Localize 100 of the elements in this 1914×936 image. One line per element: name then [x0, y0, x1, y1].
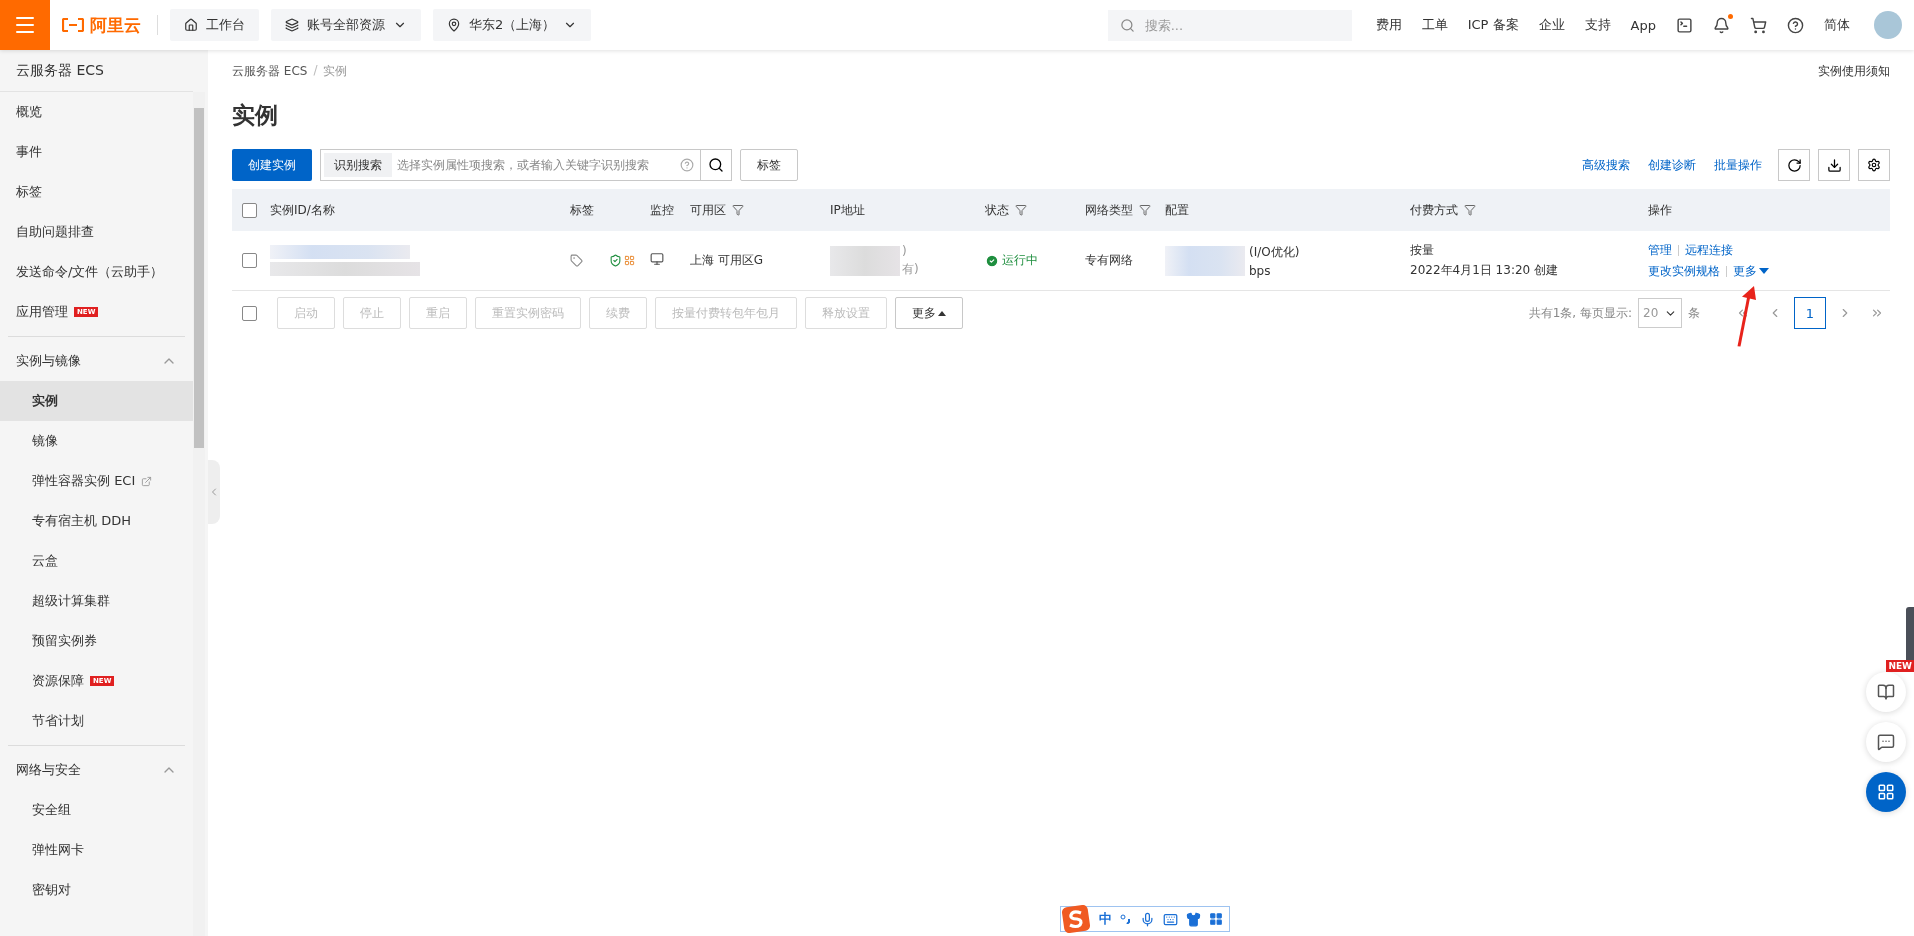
monitor-icon[interactable]: [650, 252, 664, 266]
column-header: 标签: [570, 201, 594, 219]
new-badge: NEW: [1886, 660, 1914, 672]
windows-icon: [624, 255, 635, 266]
column-header: 网络类型: [1085, 201, 1133, 219]
tag-icon[interactable]: [570, 254, 583, 267]
check-circle-icon: [985, 253, 999, 268]
sidebar-item[interactable]: 发送命令/文件（云助手）: [0, 252, 193, 292]
sidebar-item[interactable]: 标签: [0, 172, 193, 212]
input-mode-toggle[interactable]: 中: [1099, 910, 1112, 928]
column-header: 可用区: [690, 201, 726, 219]
sidebar-section-header[interactable]: 实例与镜像: [0, 341, 193, 381]
sidebar-item[interactable]: 专有宿主机 DDH: [0, 501, 193, 541]
column-header: 操作: [1648, 201, 1672, 219]
table-cell: (I/O优化): [1249, 243, 1300, 261]
breadcrumb-link[interactable]: 云服务器 ECS: [232, 62, 308, 80]
menu-button[interactable]: [0, 0, 50, 50]
home-icon: [184, 18, 198, 32]
column-header: 付费方式: [1410, 201, 1458, 219]
sidebar-item[interactable]: 弹性容器实例 ECI: [0, 461, 193, 501]
shield-icon: [609, 254, 622, 267]
refresh-icon: [1786, 157, 1802, 173]
floating-button[interactable]: [1866, 772, 1906, 812]
help-icon: [680, 158, 694, 172]
page-size-unit: 条: [1688, 304, 1700, 322]
microphone-icon[interactable]: [1140, 911, 1155, 927]
download-button[interactable]: [1818, 149, 1850, 181]
action-link[interactable]: 更多: [1733, 262, 1769, 280]
filter-icon[interactable]: [732, 204, 744, 216]
sidebar-item[interactable]: 节省计划: [0, 701, 193, 741]
toolbar-link[interactable]: 高级搜索: [1582, 156, 1630, 174]
filter-icon[interactable]: [1464, 204, 1476, 216]
sidebar-item[interactable]: 安全组: [0, 790, 193, 830]
top-link[interactable]: 费用: [1375, 16, 1402, 34]
nav-button[interactable]: 华东2（上海）: [433, 9, 592, 41]
top-link[interactable]: App: [1630, 17, 1656, 33]
table-cell: 有): [902, 260, 919, 278]
page-button[interactable]: 1: [1794, 297, 1826, 329]
sidebar-item[interactable]: 超级计算集群: [0, 581, 193, 621]
nav-button[interactable]: 工作台: [170, 9, 259, 41]
search-mode-label: 识别搜索: [324, 153, 392, 177]
shirt-icon[interactable]: [1186, 911, 1201, 927]
refresh-button[interactable]: [1778, 149, 1810, 181]
scrollbar[interactable]: [193, 92, 205, 936]
punctuation-icon[interactable]: [1120, 914, 1132, 924]
sidebar-section-header[interactable]: 网络与安全: [0, 750, 193, 790]
table-cell-text: 按量: [1410, 242, 1435, 259]
floating-button[interactable]: [1866, 672, 1906, 712]
ime-logo-icon[interactable]: [1061, 905, 1091, 933]
filter-icon[interactable]: [1139, 204, 1151, 216]
sidebar-item[interactable]: 密钥对: [0, 870, 193, 910]
create-instance-button[interactable]: 创建实例: [232, 149, 312, 181]
sidebar-item[interactable]: 事件: [0, 132, 193, 172]
toolbar-link[interactable]: 创建诊断: [1648, 156, 1696, 174]
language-link[interactable]: 简体: [1824, 16, 1850, 34]
settings-button[interactable]: [1858, 149, 1890, 181]
tag-button[interactable]: 标签: [740, 149, 798, 181]
action-link[interactable]: 管理: [1648, 241, 1672, 259]
search-bar[interactable]: 搜索...: [1107, 9, 1352, 41]
help-icon[interactable]: [1787, 16, 1804, 34]
action-link[interactable]: 更改实例规格: [1648, 262, 1720, 280]
terminal-icon[interactable]: [1676, 16, 1693, 34]
breadcrumb-separator: /: [313, 62, 318, 79]
location-icon: [447, 18, 461, 32]
sidebar-item[interactable]: 实例: [0, 381, 193, 421]
top-link[interactable]: 支持: [1584, 16, 1611, 34]
table-cell-text: 2022年4月1日 13:20 创建: [1410, 262, 1560, 279]
search-icon: [1119, 17, 1135, 33]
filter-icon[interactable]: [1015, 204, 1027, 216]
table-cell-text: 上海 可用区G: [690, 252, 765, 269]
bell-icon[interactable]: [1713, 16, 1730, 34]
book-icon: [1877, 683, 1895, 701]
action-link[interactable]: 远程连接: [1685, 241, 1733, 259]
checkbox[interactable]: [242, 202, 257, 218]
keyboard-icon[interactable]: [1163, 911, 1178, 927]
sidebar-item[interactable]: 预留实例券: [0, 621, 193, 661]
annotation-arrow: [1737, 286, 1756, 347]
cart-icon[interactable]: [1750, 16, 1767, 34]
toolbar-link[interactable]: 批量操作: [1714, 156, 1762, 174]
floating-button[interactable]: [1866, 722, 1906, 762]
column-header: 状态: [985, 201, 1009, 219]
sidebar-item[interactable]: 自助问题排查: [0, 212, 193, 252]
blurred-text: [830, 245, 900, 276]
top-link[interactable]: ICP 备案: [1467, 16, 1519, 34]
sidebar-item[interactable]: 弹性网卡: [0, 830, 193, 870]
sidebar-item[interactable]: 镜像: [0, 421, 193, 461]
column-header: 实例ID/名称: [270, 201, 335, 219]
grid-icon[interactable]: [1209, 912, 1223, 926]
checkbox[interactable]: [242, 305, 257, 321]
search-input[interactable]: 搜索...: [1142, 16, 1323, 34]
checkbox[interactable]: [242, 253, 257, 268]
top-link[interactable]: 工单: [1421, 16, 1448, 34]
notice-link[interactable]: 实例使用须知: [1818, 62, 1890, 80]
search-bar[interactable]: 识别搜索 选择实例属性项搜索，或者输入关键字识别搜索: [320, 149, 732, 181]
action-button[interactable]: 更多: [895, 297, 963, 329]
sidebar-item[interactable]: 云盒: [0, 541, 193, 581]
nav-button[interactable]: 账号全部资源: [271, 9, 421, 41]
top-link[interactable]: 企业: [1538, 16, 1565, 34]
column-header: IP地址: [830, 201, 865, 219]
sidebar-item[interactable]: 概览: [0, 92, 193, 132]
